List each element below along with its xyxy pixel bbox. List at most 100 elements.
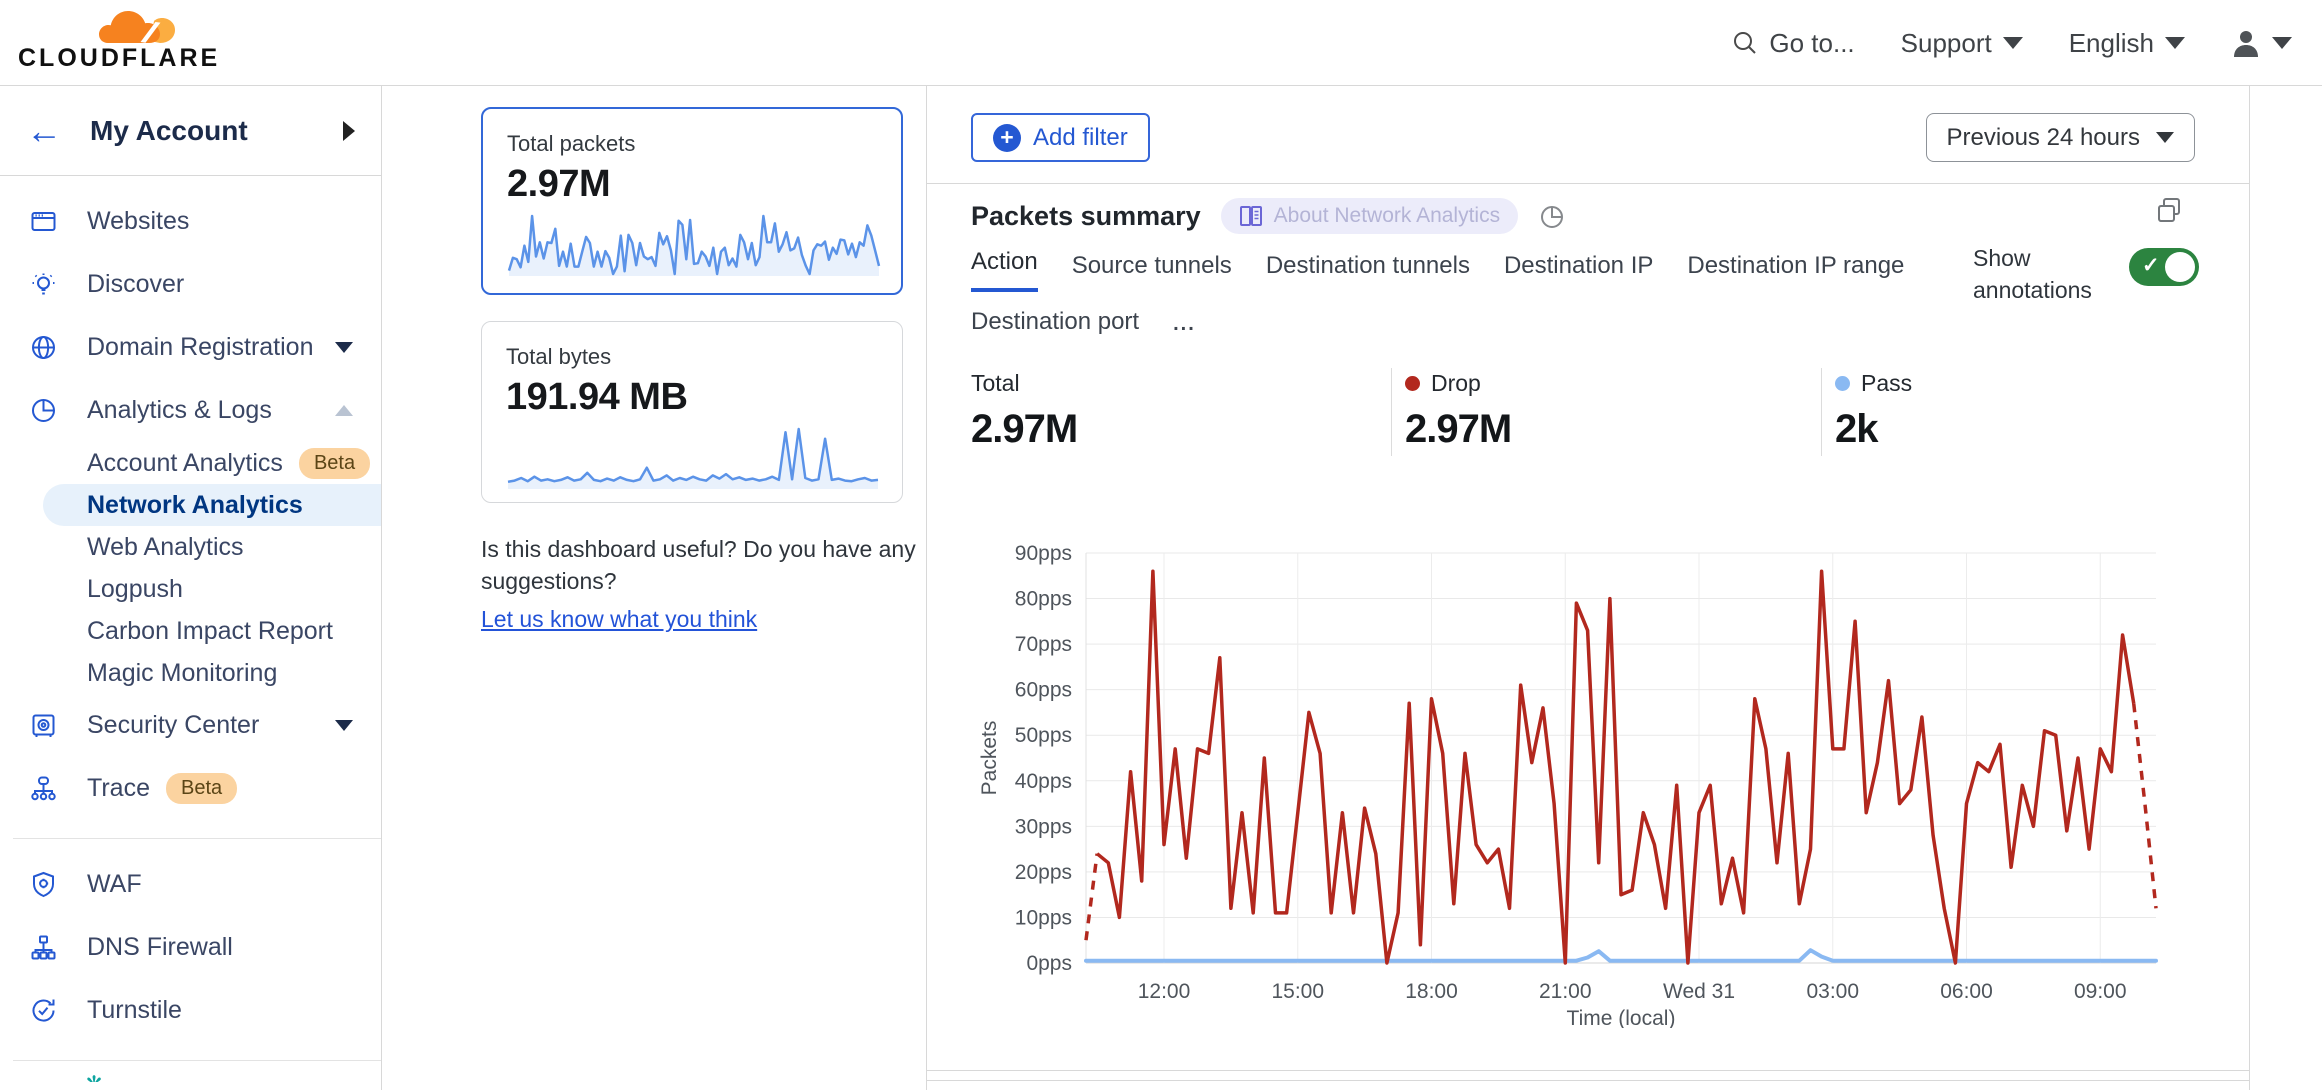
svg-text:21:00: 21:00 [1539, 980, 1592, 1003]
sidebar-item-label: Security Center [87, 711, 259, 740]
sidebar-item-label: Network Analytics [87, 491, 303, 520]
tab-destination-tunnels[interactable]: Destination tunnels [1266, 252, 1470, 292]
chevron-down-icon [2272, 37, 2292, 49]
panel-title: Packets summary [971, 201, 1201, 232]
stat-value: 2.97M [1405, 407, 1511, 452]
sidebar-item-label: Turnstile [87, 996, 182, 1025]
tab-destination-ip[interactable]: Destination IP [1504, 252, 1653, 292]
more-tabs-ellipsis-icon[interactable]: ... [1173, 313, 1196, 348]
sidebar-item-waf[interactable]: WAF [0, 853, 381, 916]
language-label: English [2069, 28, 2154, 59]
sidebar-item-domain-registration[interactable]: Domain Registration [0, 316, 381, 379]
chevron-down-icon [335, 342, 353, 353]
cloudflare-wordmark: CLOUDFLARE [18, 44, 193, 73]
sidebar-item-trace[interactable]: Trace Beta [0, 757, 381, 820]
back-arrow-icon[interactable]: ← [26, 113, 62, 149]
sidebar-item-web-analytics[interactable]: Web Analytics [0, 526, 381, 568]
sidebar-item-label: Trace [87, 774, 150, 803]
svg-text:40pps: 40pps [1015, 770, 1072, 793]
packets-time-series-chart[interactable]: 0pps10pps20pps30pps40pps50pps60pps70pps8… [966, 536, 2231, 1033]
sidebar-item-magic-monitoring[interactable]: Magic Monitoring [0, 652, 381, 694]
tab-destination-port[interactable]: Destination port [971, 308, 1139, 348]
svg-text:90pps: 90pps [1015, 542, 1072, 565]
support-menu[interactable]: Support [1901, 28, 2023, 59]
stat-label: Drop [1431, 370, 1481, 397]
goto-search[interactable]: Go to... [1732, 28, 1854, 59]
search-icon [1732, 30, 1758, 56]
stat-divider [1391, 368, 1392, 456]
stat-label: Pass [1861, 370, 1912, 397]
chevron-down-icon [335, 720, 353, 731]
show-annotations-toggle[interactable]: ✓ [2129, 248, 2199, 286]
sidebar-item-websites[interactable]: Websites [0, 190, 381, 253]
add-filter-button[interactable]: + Add filter [971, 113, 1150, 162]
sidebar: ← My Account Websites Discover [0, 86, 382, 1090]
packets-sparkline [507, 206, 881, 278]
sidebar-item-discover[interactable]: Discover [0, 253, 381, 316]
svg-text:06:00: 06:00 [1940, 980, 1993, 1003]
feedback-link[interactable]: Let us know what you think [481, 603, 757, 635]
chevron-right-icon[interactable] [343, 121, 355, 141]
chevron-down-icon [2003, 37, 2023, 49]
bytes-sparkline [506, 419, 880, 491]
card-title: Total bytes [506, 344, 878, 370]
about-network-analytics-badge[interactable]: About Network Analytics [1221, 198, 1518, 234]
total-bytes-card[interactable]: Total bytes 191.94 MB [481, 321, 903, 503]
tab-destination-ip-range[interactable]: Destination IP range [1687, 252, 1904, 292]
total-packets-card[interactable]: Total packets 2.97M [481, 107, 903, 295]
book-icon [1239, 205, 1263, 227]
chevron-up-icon [335, 405, 353, 416]
account-name: My Account [90, 115, 343, 147]
sidebar-item-account-analytics[interactable]: Account Analytics Beta [0, 442, 381, 484]
stats-row: Total 2.97M Drop 2.97M Pass 2k [927, 370, 2249, 456]
packets-summary-panel: Packets summary About Network Analytics … [927, 183, 2249, 1071]
feedback-block: Is this dashboard useful? Do you have an… [481, 533, 917, 636]
tab-action[interactable]: Action [971, 248, 1038, 292]
svg-text:18:00: 18:00 [1405, 980, 1458, 1003]
sidebar-item-logpush[interactable]: Logpush [0, 568, 381, 610]
refresh-check-icon [30, 997, 57, 1024]
account-menu[interactable] [2231, 28, 2292, 58]
browser-icon [30, 208, 57, 235]
sidebar-item-label: WAF [87, 870, 142, 899]
sidebar-item-label: Carbon Impact Report [87, 617, 333, 646]
sidebar-item-turnstile[interactable]: Turnstile [0, 979, 381, 1042]
drop-legend-dot [1405, 376, 1420, 391]
language-menu[interactable]: English [2069, 28, 2185, 59]
cloudflare-logo[interactable]: CLOUDFLARE [18, 5, 193, 73]
stat-total: Total 2.97M [971, 370, 1077, 452]
card-value: 191.94 MB [506, 376, 878, 419]
svg-text:09:00: 09:00 [2074, 980, 2127, 1003]
sidebar-item-dns-firewall[interactable]: DNS Firewall [0, 916, 381, 979]
cloudflare-dashboard: CLOUDFLARE Go to... Support English ← [0, 0, 2322, 1090]
sidebar-nav: Websites Discover Domain Registration [0, 176, 381, 1082]
pie-chart-icon [30, 397, 57, 424]
sidebar-item-analytics-logs[interactable]: Analytics & Logs [0, 379, 381, 442]
svg-text:12:00: 12:00 [1138, 980, 1191, 1003]
pie-mini-icon[interactable] [1538, 202, 1566, 230]
main-content: + Add filter Previous 24 hours Packets s… [926, 86, 2250, 1090]
check-icon: ✓ [2142, 253, 2160, 278]
svg-text:80pps: 80pps [1015, 588, 1072, 611]
sidebar-item-network-analytics[interactable]: Network Analytics [43, 484, 381, 526]
pass-legend-dot [1835, 376, 1850, 391]
shield-gear-icon [30, 871, 57, 898]
sidebar-divider [13, 1060, 381, 1061]
stat-drop: Drop 2.97M [1405, 370, 1511, 452]
sidebar-item-label: Account Analytics [87, 449, 283, 478]
sidebar-item-carbon-impact-report[interactable]: Carbon Impact Report [0, 610, 381, 652]
partial-item-icon: ❋ [84, 1075, 104, 1082]
sidebar-item-security-center[interactable]: Security Center [0, 694, 381, 757]
goto-label: Go to... [1769, 28, 1854, 59]
beta-badge: Beta [299, 448, 370, 479]
chevron-down-icon [2165, 37, 2185, 49]
sidebar-divider [13, 838, 381, 839]
sidebar-item-label: Logpush [87, 575, 183, 604]
summary-cards: Total packets 2.97M Total bytes 191.94 M… [481, 107, 903, 636]
beta-badge: Beta [166, 773, 237, 804]
copy-icon[interactable] [2155, 196, 2183, 224]
tab-source-tunnels[interactable]: Source tunnels [1072, 252, 1232, 292]
time-range-select[interactable]: Previous 24 hours [1926, 113, 2195, 162]
sidebar-item-label: Websites [87, 207, 189, 236]
card-title: Total packets [507, 131, 877, 157]
